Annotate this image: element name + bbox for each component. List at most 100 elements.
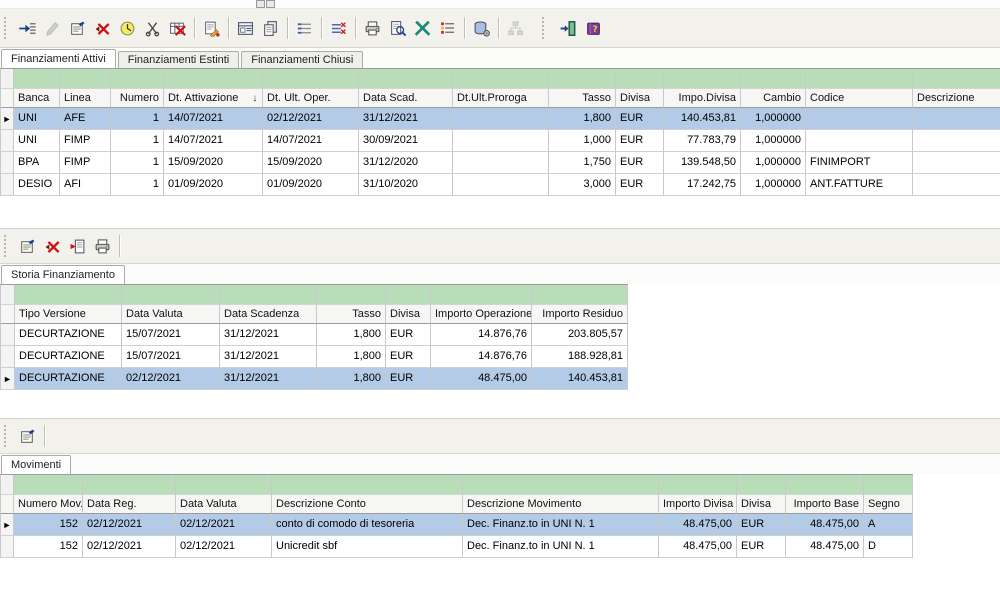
properties-form-icon[interactable] (15, 234, 40, 258)
column-header[interactable]: Segno (864, 495, 913, 514)
column-header[interactable]: Impo.Divisa (664, 89, 741, 108)
column-header[interactable]: Data Reg. (83, 495, 176, 514)
clock-icon[interactable] (115, 16, 140, 40)
table-row[interactable]: ►UNIAFE114/07/202102/12/202131/12/20211,… (1, 108, 1000, 130)
delete-x-icon[interactable] (40, 234, 65, 258)
excel-export-icon[interactable] (410, 16, 435, 40)
column-header[interactable]: Dt. Attivazione↓ (164, 89, 263, 108)
cell (453, 152, 549, 174)
edit-pencil-icon (40, 16, 65, 40)
band-cell (664, 69, 741, 89)
properties-form-icon[interactable] (15, 424, 40, 448)
column-header[interactable]: Codice (806, 89, 913, 108)
table-row[interactable]: DECURTAZIONE15/07/202131/12/20211,800EUR… (1, 346, 628, 368)
calendar-form-icon[interactable] (233, 16, 258, 40)
row-marker (1, 536, 14, 558)
ordered-list-icon[interactable] (435, 16, 460, 40)
cell: AFI (60, 174, 111, 196)
printer-icon[interactable] (360, 16, 385, 40)
tab-finanziamenti-chiusi[interactable]: Finanziamenti Chiusi (241, 51, 363, 68)
cell: 31/10/2020 (359, 174, 453, 196)
help-book-icon[interactable]: ? (581, 16, 606, 40)
column-header[interactable]: Linea (60, 89, 111, 108)
column-header[interactable]: Tasso (549, 89, 616, 108)
exit-door-icon[interactable] (556, 16, 581, 40)
column-header[interactable]: Importo Operazione (431, 305, 532, 324)
column-header[interactable]: Tipo Versione (15, 305, 122, 324)
table-row[interactable]: DESIOAFI101/09/202001/09/202031/10/20203… (1, 174, 1000, 196)
band-cell (431, 285, 532, 305)
tab-finanziamenti-attivi[interactable]: Finanziamenti Attivi (1, 49, 116, 68)
row-marker (1, 130, 14, 152)
column-header[interactable]: Numero (111, 89, 164, 108)
table-row[interactable]: UNIFIMP114/07/202114/07/202130/09/20211,… (1, 130, 1000, 152)
column-header[interactable]: Importo Divisa (659, 495, 737, 514)
selector-band-cell (1, 475, 14, 495)
cell: EUR (616, 108, 664, 130)
toolbar-separator (355, 17, 356, 39)
tab-storia-finanziamento[interactable]: Storia Finanziamento (1, 265, 125, 284)
column-header[interactable]: Importo Residuo (532, 305, 628, 324)
column-header[interactable]: Data Scadenza (220, 305, 317, 324)
tab-movimenti[interactable]: Movimenti (1, 455, 71, 474)
delete-x-icon[interactable] (90, 16, 115, 40)
band-cell (453, 69, 549, 89)
toolbar-gripper[interactable] (4, 235, 10, 257)
filter-band-row (1, 69, 1000, 89)
cell (913, 174, 1000, 196)
band-cell (83, 475, 176, 495)
table-row[interactable]: ►DECURTAZIONE02/12/202131/12/20211,800EU… (1, 368, 628, 390)
column-header[interactable]: Divisa (616, 89, 664, 108)
column-header[interactable]: Data Valuta (176, 495, 272, 514)
row-marker (1, 346, 15, 368)
toolbar-gripper[interactable] (542, 17, 548, 39)
window-fragment-box-icon (256, 0, 265, 8)
column-header[interactable]: Banca (14, 89, 60, 108)
cell: 1,000000 (741, 108, 806, 130)
column-header[interactable]: Numero Mov. (14, 495, 83, 514)
copy-docs-icon[interactable] (258, 16, 283, 40)
detail-list-icon[interactable] (292, 16, 317, 40)
band-cell (806, 69, 913, 89)
column-header[interactable]: Dt. Ult. Oper. (263, 89, 359, 108)
column-header[interactable]: Divisa (737, 495, 786, 514)
tab-finanziamenti-estinti[interactable]: Finanziamenti Estinti (118, 51, 240, 68)
scissors-icon[interactable] (140, 16, 165, 40)
export-doc-icon[interactable] (65, 234, 90, 258)
toolbar-gripper[interactable] (4, 425, 10, 447)
properties-form-icon[interactable] (65, 16, 90, 40)
table-row[interactable]: DECURTAZIONE15/07/202131/12/20211,800EUR… (1, 324, 628, 346)
cell: 02/12/2021 (263, 108, 359, 130)
column-header[interactable]: Tasso (317, 305, 386, 324)
cell: 02/12/2021 (83, 514, 176, 536)
printer-icon[interactable] (90, 234, 115, 258)
toolbar-separator (194, 17, 195, 39)
column-header[interactable]: Cambio (741, 89, 806, 108)
cell: EUR (616, 152, 664, 174)
column-header[interactable]: Data Scad. (359, 89, 453, 108)
delete-table-icon[interactable] (165, 16, 190, 40)
print-preview-icon[interactable] (385, 16, 410, 40)
database-gear-icon[interactable] (469, 16, 494, 40)
table-row[interactable]: 15202/12/202102/12/2021Unicredit sbfDec.… (1, 536, 913, 558)
org-chart-icon (503, 16, 528, 40)
check-x-list-icon[interactable] (326, 16, 351, 40)
column-header[interactable]: Divisa (386, 305, 431, 324)
table-row[interactable]: ►15202/12/202102/12/2021conto di comodo … (1, 514, 913, 536)
column-header[interactable]: Importo Base (786, 495, 864, 514)
band-cell (60, 69, 111, 89)
toolbar-gripper[interactable] (4, 17, 10, 39)
column-header[interactable]: Descrizione (913, 89, 1000, 108)
row-marker: ► (1, 368, 15, 390)
sign-hand-icon[interactable] (199, 16, 224, 40)
cell (806, 130, 913, 152)
column-header[interactable]: Descrizione Movimento (463, 495, 659, 514)
cell: 1,000 (549, 130, 616, 152)
column-header[interactable]: Dt.Ult.Proroga (453, 89, 549, 108)
cell: 31/12/2021 (220, 324, 317, 346)
table-row[interactable]: BPAFIMP115/09/202015/09/202031/12/20201,… (1, 152, 1000, 174)
column-header[interactable]: Data Valuta (122, 305, 220, 324)
column-header[interactable]: Descrizione Conto (272, 495, 463, 514)
cell: 1 (111, 108, 164, 130)
insert-record-icon[interactable] (15, 16, 40, 40)
